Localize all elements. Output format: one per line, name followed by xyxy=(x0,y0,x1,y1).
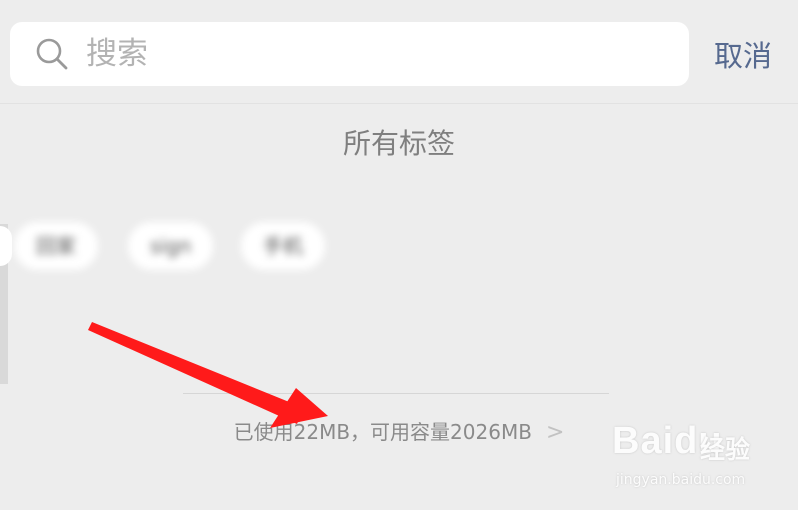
divider xyxy=(183,393,609,394)
search-placeholder: 搜索 xyxy=(86,36,148,72)
search-header: 搜索 取消 xyxy=(0,0,798,104)
watermark-sub: 经验 xyxy=(700,435,751,464)
storage-usage-text: 已使用22MB，可用容量2026MB xyxy=(233,420,532,444)
tag-chip-3[interactable]: 手机 xyxy=(241,222,325,270)
section-title: 所有标签 xyxy=(342,127,455,160)
tag-chip-2[interactable]: sign xyxy=(128,222,214,270)
left-edge-tab xyxy=(0,226,12,266)
watermark-url: jingyan.baidu.com xyxy=(616,472,746,488)
tag-chip-1[interactable]: 回家 xyxy=(14,222,98,270)
chevron-right-icon: > xyxy=(545,420,565,445)
search-input[interactable]: 搜索 xyxy=(10,22,689,86)
baidu-watermark: Baidu 经验 jingyan.baidu.com xyxy=(612,420,792,500)
search-icon xyxy=(36,38,68,70)
cancel-button[interactable]: 取消 xyxy=(714,36,772,76)
